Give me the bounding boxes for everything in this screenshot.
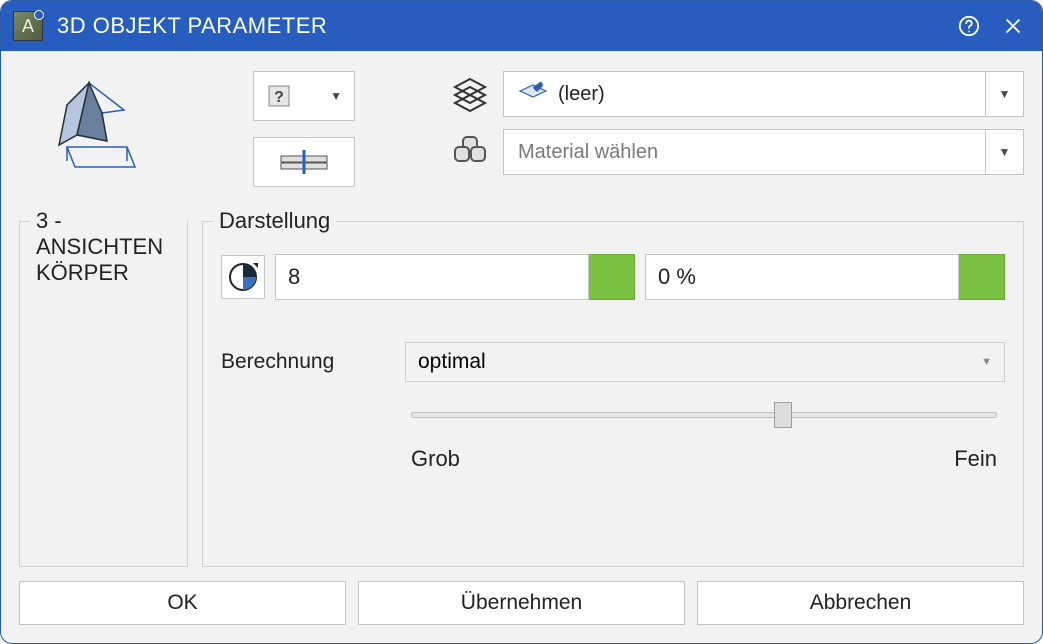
tool-column: ? ▼ [253, 71, 355, 187]
detail-slider[interactable]: Grob Fein [411, 412, 997, 472]
ok-button[interactable]: OK [19, 581, 346, 625]
apply-button[interactable]: Übernehmen [358, 581, 685, 625]
layer-dropdown-value: (leer) [558, 83, 985, 106]
pie-icon-button[interactable] [221, 255, 265, 299]
chevron-down-icon: ▼ [981, 356, 992, 368]
slider-labels: Grob Fein [411, 446, 997, 472]
layer-material-group: (leer) ▼ Material wählen ▼ [449, 71, 1024, 175]
darstellung-panel: Darstellung [202, 221, 1024, 567]
slider-thumb[interactable] [774, 402, 792, 428]
cancel-button[interactable]: Abbrechen [697, 581, 1024, 625]
value2-group [645, 254, 1005, 300]
layer-brush-icon [518, 79, 548, 110]
close-icon [1002, 15, 1024, 37]
object-3d-preview-icon [39, 75, 149, 185]
layer-dropdown[interactable]: (leer) ▼ [503, 71, 1024, 117]
slider-min-label: Grob [411, 446, 460, 472]
views-body-title: 3 - ANSICHTEN KÖRPER [30, 208, 187, 286]
close-button[interactable] [996, 9, 1030, 43]
dialog-content: ? ▼ [1, 51, 1042, 567]
svg-text:?: ? [274, 89, 284, 106]
chevron-down-icon: ▼ [985, 129, 1023, 175]
berechnung-dropdown[interactable]: optimal ▼ [405, 342, 1005, 382]
material-dropdown[interactable]: Material wählen ▼ [503, 129, 1024, 175]
type-dropdown-button[interactable]: ? ▼ [253, 71, 355, 121]
slider-track [411, 412, 997, 418]
berechnung-label: Berechnung [221, 350, 381, 374]
pie-icon [227, 261, 259, 293]
panels-row: 3 - ANSICHTEN KÖRPER Darstellung [19, 221, 1024, 567]
window-title: 3D OBJEKT PARAMETER [57, 13, 942, 39]
layers-icon [449, 75, 491, 113]
chevron-down-icon: ▼ [330, 89, 342, 103]
value1-group [275, 254, 635, 300]
top-row: ? ▼ [19, 71, 1024, 211]
darstellung-title: Darstellung [213, 208, 336, 234]
value1-input[interactable] [275, 254, 589, 300]
dialog-footer: OK Übernehmen Abbrechen [1, 567, 1042, 643]
value1-color-swatch[interactable] [589, 254, 635, 300]
app-icon: A [13, 11, 43, 41]
help-icon [958, 15, 980, 37]
berechnung-value: optimal [418, 350, 981, 374]
question-icon: ? [266, 83, 292, 109]
title-bar: A 3D OBJEKT PARAMETER [1, 1, 1042, 51]
value2-color-swatch[interactable] [959, 254, 1005, 300]
chevron-down-icon: ▼ [985, 71, 1023, 117]
cluster-icon [449, 133, 491, 171]
alignment-button[interactable] [253, 137, 355, 187]
slider-max-label: Fein [954, 446, 997, 472]
alignment-icon [277, 148, 331, 176]
berechnung-row: Berechnung optimal ▼ [221, 342, 1005, 382]
views-body-panel: 3 - ANSICHTEN KÖRPER [19, 221, 188, 567]
dialog-window: A 3D OBJEKT PARAMETER [0, 0, 1043, 644]
darstellung-values-row [221, 254, 1005, 300]
material-dropdown-placeholder: Material wählen [518, 141, 985, 164]
help-button[interactable] [952, 9, 986, 43]
value2-input[interactable] [645, 254, 959, 300]
